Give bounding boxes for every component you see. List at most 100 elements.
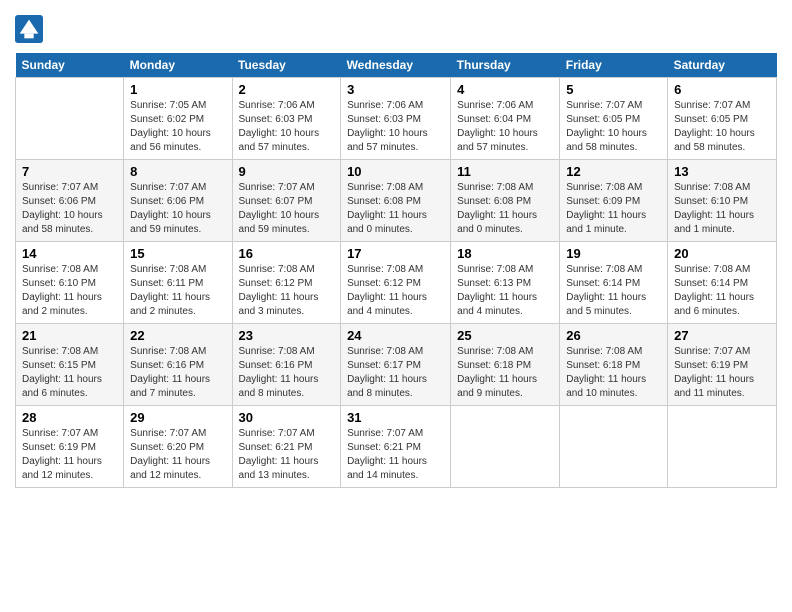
calendar-cell: 27Sunrise: 7:07 AM Sunset: 6:19 PM Dayli… (668, 324, 777, 406)
calendar-cell: 13Sunrise: 7:08 AM Sunset: 6:10 PM Dayli… (668, 160, 777, 242)
day-info: Sunrise: 7:08 AM Sunset: 6:13 PM Dayligh… (457, 263, 553, 319)
calendar-week-row: 21Sunrise: 7:08 AM Sunset: 6:15 PM Dayli… (16, 324, 777, 406)
day-info: Sunrise: 7:07 AM Sunset: 6:21 PM Dayligh… (239, 427, 335, 483)
calendar-cell: 26Sunrise: 7:08 AM Sunset: 6:18 PM Dayli… (560, 324, 668, 406)
calendar-cell: 7Sunrise: 7:07 AM Sunset: 6:06 PM Daylig… (16, 160, 124, 242)
day-info: Sunrise: 7:07 AM Sunset: 6:06 PM Dayligh… (130, 181, 225, 237)
day-number: 23 (239, 328, 335, 343)
day-info: Sunrise: 7:06 AM Sunset: 6:04 PM Dayligh… (457, 99, 553, 155)
day-number: 8 (130, 164, 225, 179)
calendar-week-row: 14 Sunrise: 7:08 AM Sunset: 6:10 PM Dayli… (16, 242, 777, 324)
calendar-cell: 20 Sunrise: 7:08 AM Sunset: 6:14 PM Dayli… (668, 242, 777, 324)
calendar-cell: 28 Sunrise: 7:07 AM Sunset: 6:19 PM Dayli… (16, 406, 124, 488)
day-info: Sunrise: 7:07 AM Sunset: 6:21 PM Dayligh… (347, 427, 444, 483)
day-info: Sunrise: 7:06 AM Sunset: 6:03 PM Dayligh… (347, 99, 444, 155)
calendar-week-row: 7Sunrise: 7:07 AM Sunset: 6:06 PM Daylig… (16, 160, 777, 242)
day-number: 30 (239, 410, 335, 425)
day-number: 29 (130, 410, 225, 425)
day-info: Sunrise: 7:08 AM Sunset: 6:08 PM Dayligh… (457, 181, 553, 237)
calendar-cell: 21Sunrise: 7:08 AM Sunset: 6:15 PM Dayli… (16, 324, 124, 406)
day-info: Sunrise: 7:07 AM Sunset: 6:20 PM Dayligh… (130, 427, 225, 483)
day-number: 3 (347, 82, 444, 97)
day-number: 16 (239, 246, 335, 261)
weekday-header: Friday (560, 53, 668, 78)
calendar-cell (451, 406, 560, 488)
weekday-header: Sunday (16, 53, 124, 78)
calendar-cell: 6Sunrise: 7:07 AM Sunset: 6:05 PM Daylig… (668, 78, 777, 160)
calendar-cell: 9 Sunrise: 7:07 AM Sunset: 6:07 PM Daylig… (232, 160, 341, 242)
calendar-cell: 10 Sunrise: 7:08 AM Sunset: 6:08 PM Dayli… (341, 160, 451, 242)
calendar-cell (668, 406, 777, 488)
day-number: 10 (347, 164, 444, 179)
day-info: Sunrise: 7:07 AM Sunset: 6:07 PM Dayligh… (239, 181, 335, 237)
calendar-cell: 31 Sunrise: 7:07 AM Sunset: 6:21 PM Dayli… (341, 406, 451, 488)
calendar-cell: 22Sunrise: 7:08 AM Sunset: 6:16 PM Dayli… (124, 324, 232, 406)
weekday-header: Wednesday (341, 53, 451, 78)
calendar-cell: 18Sunrise: 7:08 AM Sunset: 6:13 PM Dayli… (451, 242, 560, 324)
calendar-cell: 1 Sunrise: 7:05 AM Sunset: 6:02 PM Daylig… (124, 78, 232, 160)
day-info: Sunrise: 7:08 AM Sunset: 6:14 PM Dayligh… (566, 263, 661, 319)
day-number: 5 (566, 82, 661, 97)
day-info: Sunrise: 7:08 AM Sunset: 6:18 PM Dayligh… (566, 345, 661, 401)
day-info: Sunrise: 7:08 AM Sunset: 6:08 PM Dayligh… (347, 181, 444, 237)
calendar-cell: 17Sunrise: 7:08 AM Sunset: 6:12 PM Dayli… (341, 242, 451, 324)
calendar-cell (560, 406, 668, 488)
day-info: Sunrise: 7:08 AM Sunset: 6:11 PM Dayligh… (130, 263, 225, 319)
day-info: Sunrise: 7:07 AM Sunset: 6:19 PM Dayligh… (674, 345, 770, 401)
day-number: 9 (239, 164, 335, 179)
day-number: 20 (674, 246, 770, 261)
page-container: SundayMondayTuesdayWednesdayThursdayFrid… (0, 0, 792, 498)
calendar-cell: 23 Sunrise: 7:08 AM Sunset: 6:16 PM Dayli… (232, 324, 341, 406)
header (15, 15, 777, 43)
day-number: 12 (566, 164, 661, 179)
day-number: 21 (22, 328, 117, 343)
calendar-week-row: 28 Sunrise: 7:07 AM Sunset: 6:19 PM Dayli… (16, 406, 777, 488)
calendar-cell: 24 Sunrise: 7:08 AM Sunset: 6:17 PM Dayli… (341, 324, 451, 406)
day-number: 28 (22, 410, 117, 425)
day-info: Sunrise: 7:08 AM Sunset: 6:14 PM Dayligh… (674, 263, 770, 319)
day-info: Sunrise: 7:08 AM Sunset: 6:12 PM Dayligh… (239, 263, 335, 319)
calendar-cell: 8 Sunrise: 7:07 AM Sunset: 6:06 PM Daylig… (124, 160, 232, 242)
day-info: Sunrise: 7:07 AM Sunset: 6:19 PM Dayligh… (22, 427, 117, 483)
calendar-cell: 12 Sunrise: 7:08 AM Sunset: 6:09 PM Dayli… (560, 160, 668, 242)
weekday-header: Saturday (668, 53, 777, 78)
day-number: 31 (347, 410, 444, 425)
day-info: Sunrise: 7:07 AM Sunset: 6:06 PM Dayligh… (22, 181, 117, 237)
day-info: Sunrise: 7:08 AM Sunset: 6:17 PM Dayligh… (347, 345, 444, 401)
day-info: Sunrise: 7:08 AM Sunset: 6:18 PM Dayligh… (457, 345, 553, 401)
day-info: Sunrise: 7:06 AM Sunset: 6:03 PM Dayligh… (239, 99, 335, 155)
calendar-cell: 15 Sunrise: 7:08 AM Sunset: 6:11 PM Dayli… (124, 242, 232, 324)
weekday-header: Monday (124, 53, 232, 78)
calendar-week-row: 1 Sunrise: 7:05 AM Sunset: 6:02 PM Daylig… (16, 78, 777, 160)
calendar-cell: 14 Sunrise: 7:08 AM Sunset: 6:10 PM Dayli… (16, 242, 124, 324)
calendar-cell: 16 Sunrise: 7:08 AM Sunset: 6:12 PM Dayli… (232, 242, 341, 324)
weekday-header: Tuesday (232, 53, 341, 78)
calendar-cell: 25 Sunrise: 7:08 AM Sunset: 6:18 PM Dayli… (451, 324, 560, 406)
weekday-header: Thursday (451, 53, 560, 78)
logo (15, 15, 46, 43)
day-number: 19 (566, 246, 661, 261)
day-info: Sunrise: 7:08 AM Sunset: 6:16 PM Dayligh… (130, 345, 225, 401)
day-number: 4 (457, 82, 553, 97)
day-info: Sunrise: 7:08 AM Sunset: 6:09 PM Dayligh… (566, 181, 661, 237)
day-info: Sunrise: 7:08 AM Sunset: 6:16 PM Dayligh… (239, 345, 335, 401)
calendar-cell (16, 78, 124, 160)
day-number: 2 (239, 82, 335, 97)
day-number: 15 (130, 246, 225, 261)
day-number: 14 (22, 246, 117, 261)
calendar-cell: 5Sunrise: 7:07 AM Sunset: 6:05 PM Daylig… (560, 78, 668, 160)
day-number: 25 (457, 328, 553, 343)
calendar-cell: 29 Sunrise: 7:07 AM Sunset: 6:20 PM Dayli… (124, 406, 232, 488)
calendar-cell: 19 Sunrise: 7:08 AM Sunset: 6:14 PM Dayli… (560, 242, 668, 324)
calendar-cell: 2 Sunrise: 7:06 AM Sunset: 6:03 PM Daylig… (232, 78, 341, 160)
day-number: 24 (347, 328, 444, 343)
header-row: SundayMondayTuesdayWednesdayThursdayFrid… (16, 53, 777, 78)
day-number: 17 (347, 246, 444, 261)
day-info: Sunrise: 7:07 AM Sunset: 6:05 PM Dayligh… (674, 99, 770, 155)
logo-icon (15, 15, 43, 43)
day-number: 1 (130, 82, 225, 97)
day-info: Sunrise: 7:05 AM Sunset: 6:02 PM Dayligh… (130, 99, 225, 155)
day-info: Sunrise: 7:08 AM Sunset: 6:10 PM Dayligh… (22, 263, 117, 319)
calendar-cell: 30 Sunrise: 7:07 AM Sunset: 6:21 PM Dayli… (232, 406, 341, 488)
calendar-cell: 3 Sunrise: 7:06 AM Sunset: 6:03 PM Daylig… (341, 78, 451, 160)
